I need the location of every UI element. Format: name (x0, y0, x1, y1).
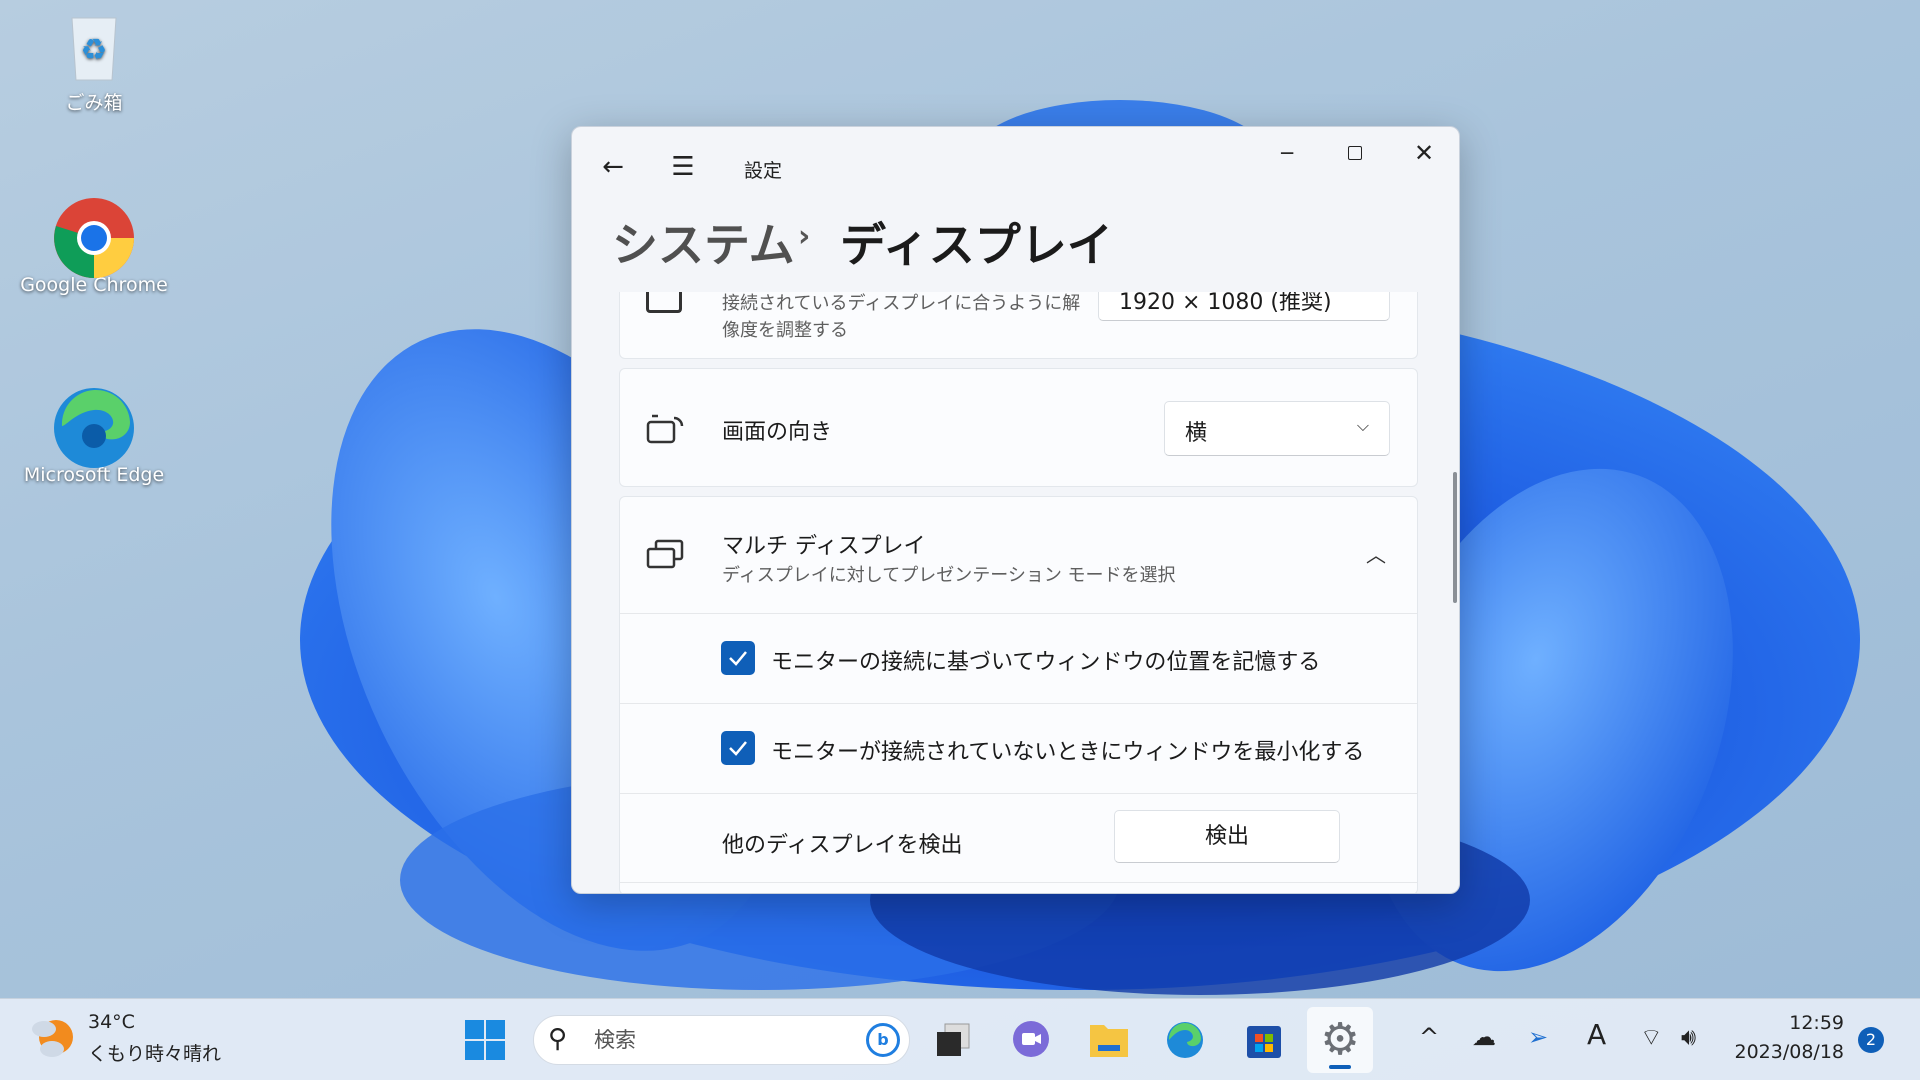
detect-displays-label: 他のディスプレイを検出 (722, 833, 963, 858)
recycle-bin-icon: ♻ (58, 10, 130, 82)
chevron-down-icon: ⌵ (1356, 416, 1369, 435)
gear-icon: ⚙ (1320, 1014, 1360, 1065)
orientation-dropdown[interactable]: 横 ⌵ (1164, 401, 1390, 456)
chevron-up-icon: ︿ (1366, 543, 1386, 567)
hamburger-icon: ☰ (671, 152, 695, 182)
multi-display-header[interactable]: マルチ ディスプレイ ディスプレイに対してプレゼンテーション モードを選択 ︿ (620, 497, 1417, 613)
multi-display-title: マルチ ディスプレイ (722, 534, 926, 559)
location-icon[interactable]: ➢ (1528, 1023, 1548, 1051)
file-explorer-button[interactable] (1081, 1012, 1137, 1068)
close-icon: ✕ (1413, 139, 1435, 167)
page-title: ディスプレイ (840, 218, 1113, 272)
teams-chat-button[interactable] (1003, 1012, 1059, 1068)
task-view-icon (937, 1023, 970, 1056)
option-minimize-on-disconnect[interactable]: モニターが接続されていないときにウィンドウを最小化する (620, 704, 1417, 792)
desktop-icon-chrome[interactable]: Google Chrome (14, 196, 174, 296)
svg-text:♻: ♻ (81, 33, 108, 68)
settings-taskbar-button-active[interactable]: ⚙ (1307, 1007, 1373, 1073)
resolution-description: 接続されているディスプレイに合うように解 (722, 293, 1081, 314)
chrome-icon (54, 196, 134, 278)
option-remember-window-positions[interactable]: モニターの接続に基づいてウィンドウの位置を記憶する (620, 614, 1417, 702)
option-label: モニターの接続に基づいてウィンドウの位置を記憶する (771, 650, 1321, 675)
menu-button[interactable]: ☰ (655, 147, 711, 187)
window-title: 設定 (744, 160, 783, 182)
onedrive-info-icon[interactable]: ☁ (1472, 1023, 1496, 1051)
desktop-icon-label: ごみ箱 (65, 92, 123, 114)
edge-icon (54, 386, 134, 468)
taskbar: 34°C くもり時々晴れ ⚲ 検索 b ⚙ ^ ☁ ➢ A ⌔ 🔊︎ 12:59… (0, 998, 1920, 1080)
bing-icon[interactable]: b (866, 1023, 900, 1057)
chat-icon (1013, 1021, 1049, 1057)
back-arrow-icon: ← (602, 152, 624, 182)
show-hidden-icons-button[interactable]: ^ (1419, 1023, 1439, 1051)
folder-icon (1090, 1025, 1128, 1057)
resolution-card: 接続されているディスプレイに合うように解 像度を調整する 1920 × 1080… (619, 292, 1418, 359)
multi-display-icon (646, 539, 686, 575)
scrollbar-thumb[interactable] (1453, 472, 1457, 603)
desktop-icon-edge[interactable]: Microsoft Edge (14, 386, 174, 486)
clock-time[interactable]: 12:59 (1789, 1011, 1844, 1035)
resolution-icon (646, 292, 682, 313)
edge-taskbar-button[interactable] (1157, 1012, 1213, 1068)
active-indicator (1329, 1065, 1351, 1069)
breadcrumb-parent[interactable]: システム (612, 209, 795, 275)
ime-mode-icon[interactable]: A (1587, 1019, 1606, 1051)
edge-icon (1167, 1022, 1203, 1058)
multi-display-card: マルチ ディスプレイ ディスプレイに対してプレゼンテーション モードを選択 ︿ … (619, 496, 1418, 893)
weather-condition: くもり時々晴れ (88, 1043, 222, 1065)
start-button[interactable] (457, 1012, 513, 1068)
search-icon: ⚲ (548, 1024, 568, 1054)
weather-temp: 34°C (88, 1011, 135, 1033)
weather-cloudy-sun-icon (32, 1020, 73, 1057)
orientation-icon (646, 414, 686, 448)
back-button[interactable]: ← (585, 147, 641, 187)
search-box[interactable]: ⚲ 検索 b (533, 1015, 910, 1065)
search-placeholder: 検索 (594, 1028, 636, 1052)
divider (620, 882, 1417, 883)
breadcrumb-chevron-icon: › (798, 219, 811, 254)
task-view-button[interactable] (925, 1012, 981, 1068)
windows-logo-icon (465, 1020, 505, 1060)
resolution-dropdown[interactable]: 1920 × 1080 (推奨) (1098, 292, 1390, 321)
settings-window: ← ☰ 設定 ─ ✕ システム › ディスプレイ 接続されているディスプレイに合… (571, 126, 1460, 894)
checkbox-checked[interactable] (721, 731, 755, 765)
store-icon (1247, 1026, 1281, 1058)
checkbox-checked[interactable] (721, 641, 755, 675)
maximize-button[interactable] (1327, 133, 1383, 173)
minimize-button[interactable]: ─ (1259, 133, 1315, 173)
wifi-icon[interactable]: ⌔ (1640, 1023, 1663, 1051)
detect-button[interactable]: 検出 (1114, 810, 1340, 863)
volume-icon[interactable]: 🔊︎ (1681, 1023, 1696, 1051)
orientation-label: 画面の向き (722, 420, 833, 445)
settings-content: 接続されているディスプレイに合うように解 像度を調整する 1920 × 1080… (572, 292, 1459, 893)
weather-widget[interactable] (30, 1015, 76, 1065)
close-button[interactable]: ✕ (1396, 133, 1452, 173)
desktop-icon-recycle-bin[interactable]: ♻ ごみ箱 (14, 10, 174, 115)
divider (620, 793, 1417, 794)
multi-display-subtitle: ディスプレイに対してプレゼンテーション モードを選択 (722, 565, 1176, 586)
orientation-card: 画面の向き 横 ⌵ (619, 368, 1418, 487)
maximize-icon (1348, 146, 1362, 160)
option-label: モニターが接続されていないときにウィンドウを最小化する (771, 740, 1365, 765)
resolution-description-2: 像度を調整する (722, 320, 848, 341)
store-button[interactable] (1236, 1012, 1292, 1068)
notification-badge[interactable]: 2 (1858, 1027, 1884, 1053)
minimize-icon: ─ (1280, 141, 1294, 165)
clock-date[interactable]: 2023/08/18 (1734, 1040, 1844, 1064)
